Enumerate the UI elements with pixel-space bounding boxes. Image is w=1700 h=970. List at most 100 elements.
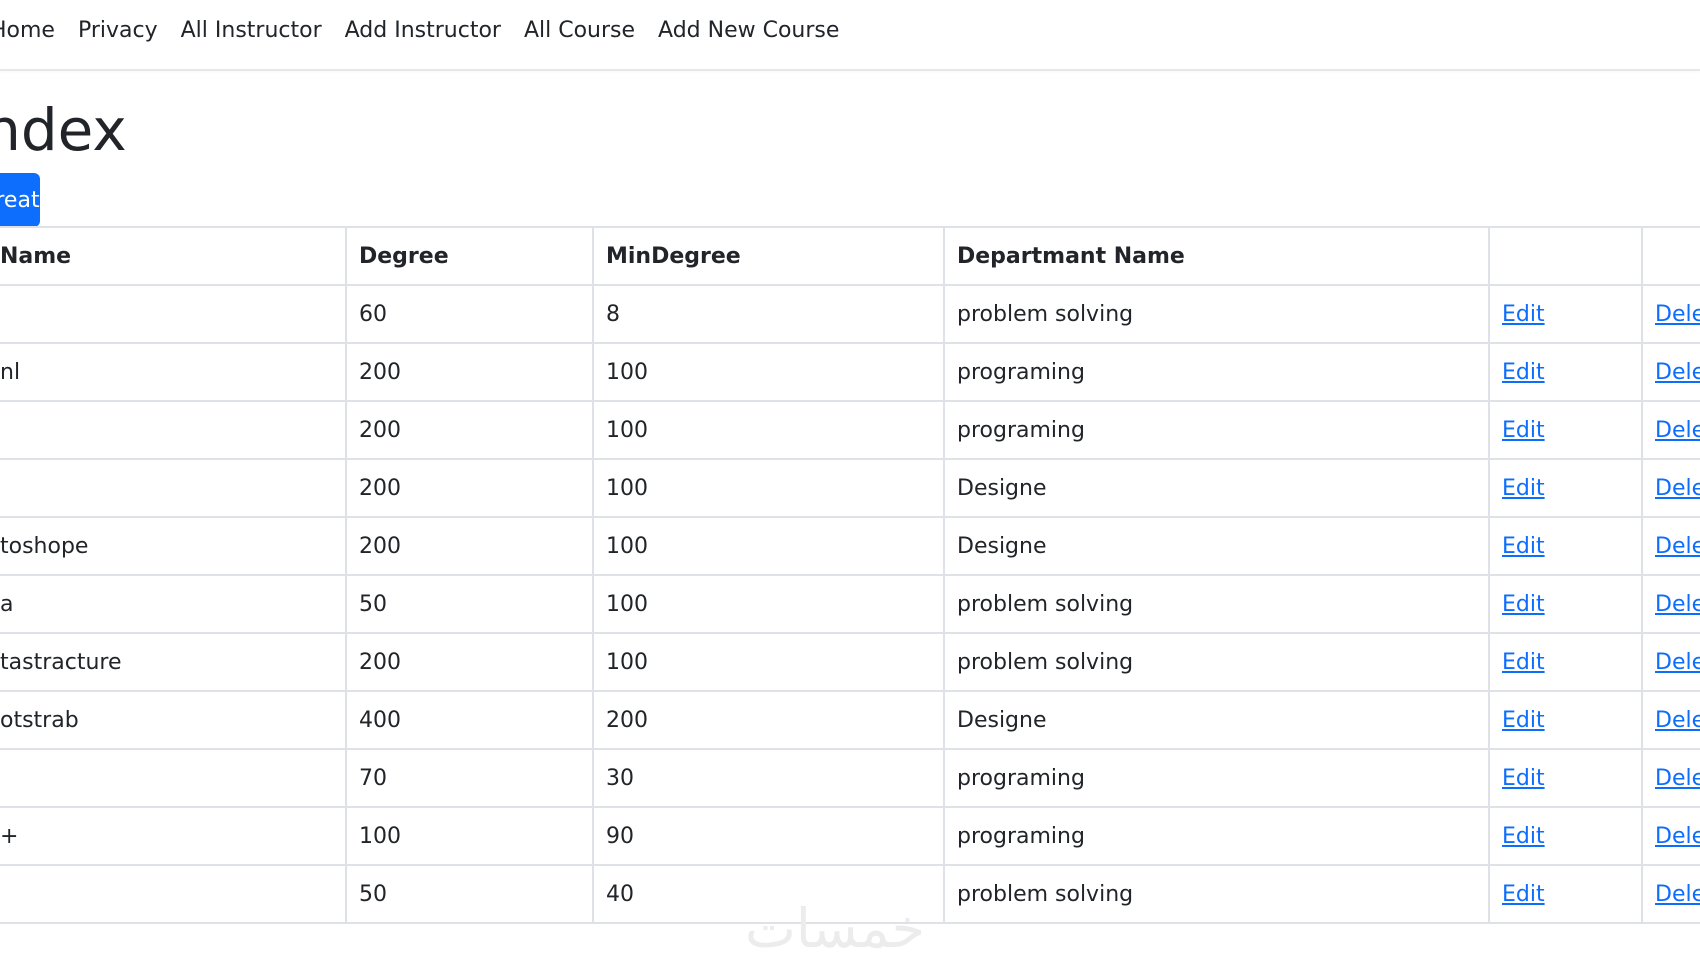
delete-link[interactable]: Delete	[1655, 766, 1700, 791]
cell-department: Designe	[944, 690, 1490, 749]
cell-delete: Delete	[1642, 342, 1700, 401]
column-header-name: Name	[0, 226, 347, 285]
cell-edit: Edit	[1489, 806, 1643, 865]
create-new-button[interactable]: Create New	[0, 173, 40, 227]
delete-link[interactable]: Delete	[1655, 302, 1700, 327]
cell-degree: 50	[346, 574, 594, 633]
page: Home Privacy All Instructor Add Instruct…	[0, 0, 1700, 970]
column-header-degree: Degree	[346, 226, 594, 285]
edit-link[interactable]: Edit	[1502, 592, 1545, 617]
column-header-actions-2	[1642, 226, 1700, 285]
cell-min-degree: 100	[593, 342, 945, 401]
table-row: tastracture200100problem solving Edit Dele…	[0, 632, 1700, 691]
cell-degree: 60	[346, 284, 594, 343]
cell-delete: Delete	[1642, 458, 1700, 517]
edit-link[interactable]: Edit	[1502, 882, 1545, 907]
cell-min-degree: 40	[593, 864, 945, 924]
cell-min-degree: 8	[593, 284, 945, 343]
cell-edit: Edit	[1489, 690, 1643, 749]
cell-delete: Delete	[1642, 516, 1700, 575]
table-row: 7030programing Edit Delete	[0, 748, 1700, 807]
cell-edit: Edit	[1489, 400, 1643, 459]
cell-name: tastracture	[0, 632, 347, 691]
cell-min-degree: 90	[593, 806, 945, 865]
cell-edit: Edit	[1489, 516, 1643, 575]
courses-table: Name Degree MinDegree Departmant Name 60…	[0, 226, 1700, 924]
nav-link-home[interactable]: Home	[0, 18, 55, 43]
delete-link[interactable]: Delete	[1655, 360, 1700, 385]
cell-department: programing	[944, 748, 1490, 807]
cell-degree: 50	[346, 864, 594, 924]
cell-edit: Edit	[1489, 574, 1643, 633]
edit-link[interactable]: Edit	[1502, 708, 1545, 733]
cell-name: a	[0, 574, 347, 633]
nav-link-all-instructor[interactable]: All Instructor	[181, 18, 322, 43]
cell-department: problem solving	[944, 864, 1490, 924]
delete-link[interactable]: Delete	[1655, 592, 1700, 617]
cell-department: Designe	[944, 458, 1490, 517]
table-header-row: Name Degree MinDegree Departmant Name	[0, 226, 1700, 285]
nav-link-add-instructor[interactable]: Add Instructor	[345, 18, 501, 43]
edit-link[interactable]: Edit	[1502, 476, 1545, 501]
cell-degree: 200	[346, 400, 594, 459]
cell-min-degree: 100	[593, 574, 945, 633]
edit-link[interactable]: Edit	[1502, 824, 1545, 849]
cell-edit: Edit	[1489, 342, 1643, 401]
cell-delete: Delete	[1642, 864, 1700, 924]
edit-link[interactable]: Edit	[1502, 418, 1545, 443]
cell-edit: Edit	[1489, 284, 1643, 343]
cell-delete: Delete	[1642, 284, 1700, 343]
edit-link[interactable]: Edit	[1502, 302, 1545, 327]
table-row: a50100problem solving Edit Delete	[0, 574, 1700, 633]
table-row: toshope200100Designe Edit Delete	[0, 516, 1700, 575]
cell-delete: Delete	[1642, 806, 1700, 865]
table-row: otstrab400200Designe Edit Delete	[0, 690, 1700, 749]
cell-edit: Edit	[1489, 458, 1643, 517]
delete-link[interactable]: Delete	[1655, 476, 1700, 501]
delete-link[interactable]: Delete	[1655, 708, 1700, 733]
cell-degree: 400	[346, 690, 594, 749]
cell-degree: 100	[346, 806, 594, 865]
table-row: 5040problem solving Edit Delete	[0, 864, 1700, 924]
delete-link[interactable]: Delete	[1655, 418, 1700, 443]
cell-name: toshope	[0, 516, 347, 575]
cell-department: programing	[944, 400, 1490, 459]
cell-name	[0, 400, 347, 459]
nav-links: Home Privacy All Instructor Add Instruct…	[0, 0, 862, 61]
nav-link-privacy[interactable]: Privacy	[78, 18, 158, 43]
nav-link-all-course[interactable]: All Course	[524, 18, 635, 43]
table-row: 200100programing Edit Delete	[0, 400, 1700, 459]
cell-name: nl	[0, 342, 347, 401]
delete-link[interactable]: Delete	[1655, 534, 1700, 559]
cell-name	[0, 284, 347, 343]
cell-min-degree: 100	[593, 632, 945, 691]
cell-min-degree: 100	[593, 516, 945, 575]
table-row: nl200100programing Edit Delete	[0, 342, 1700, 401]
edit-link[interactable]: Edit	[1502, 766, 1545, 791]
cell-min-degree: 200	[593, 690, 945, 749]
delete-link[interactable]: Delete	[1655, 824, 1700, 849]
table-body: 608problem solvingEditDeletenl200100prog…	[0, 284, 1700, 924]
cell-delete: Delete	[1642, 748, 1700, 807]
cell-edit: Edit	[1489, 632, 1643, 691]
edit-link[interactable]: Edit	[1502, 534, 1545, 559]
cell-degree: 70	[346, 748, 594, 807]
edit-link[interactable]: Edit	[1502, 360, 1545, 385]
cell-delete: Delete	[1642, 400, 1700, 459]
page-title: Index	[0, 96, 127, 164]
table-row: +10090programing Edit Delete	[0, 806, 1700, 865]
cell-degree: 200	[346, 632, 594, 691]
delete-link[interactable]: Delete	[1655, 882, 1700, 907]
nav-link-add-new-course[interactable]: Add New Course	[658, 18, 839, 43]
cell-degree: 200	[346, 516, 594, 575]
cell-min-degree: 30	[593, 748, 945, 807]
table-row: 200100Designe Edit Delete	[0, 458, 1700, 517]
cell-department: problem solving	[944, 284, 1490, 343]
cell-name	[0, 458, 347, 517]
table-row: 608problem solving Edit Delete	[0, 284, 1700, 343]
delete-link[interactable]: Delete	[1655, 650, 1700, 675]
edit-link[interactable]: Edit	[1502, 650, 1545, 675]
cell-edit: Edit	[1489, 748, 1643, 807]
cell-degree: 200	[346, 458, 594, 517]
cell-name: +	[0, 806, 347, 865]
